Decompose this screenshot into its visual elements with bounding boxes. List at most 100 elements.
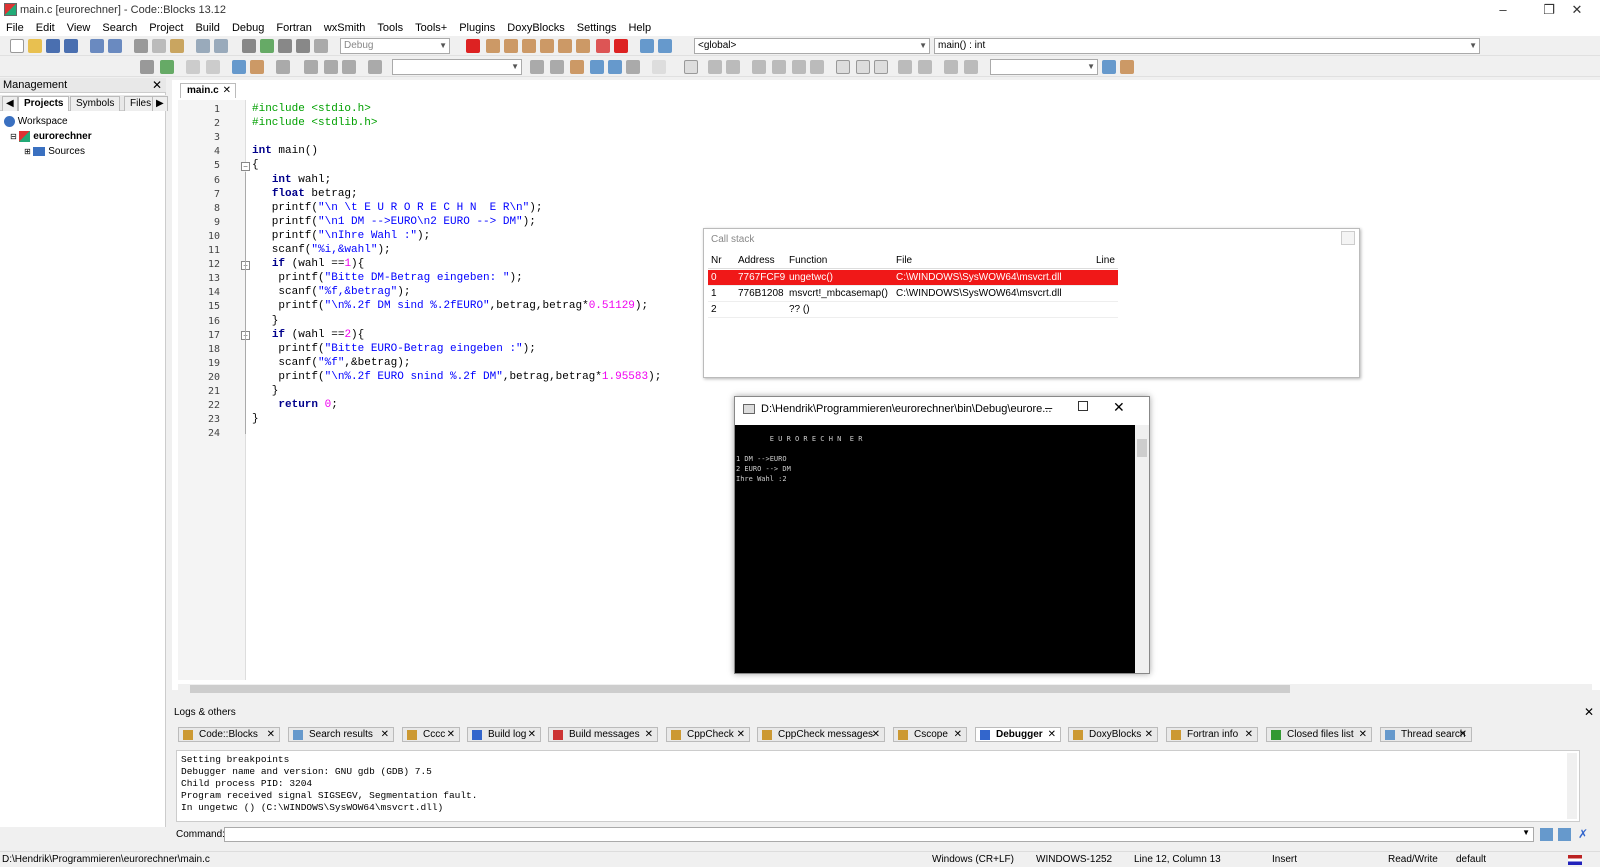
log-tab-thread-search[interactable]: Thread search ✕ — [1380, 727, 1472, 742]
code-line[interactable]: printf("Bitte EURO-Betrag eingeben :"); — [252, 343, 535, 355]
line-number[interactable]: 18 — [180, 344, 220, 355]
run-icon[interactable] — [260, 39, 274, 53]
code-line[interactable]: printf("\n%.2f EURO snind %.2f DM",betra… — [252, 371, 661, 383]
layout-b-icon[interactable] — [772, 60, 786, 74]
line-number[interactable]: 11 — [180, 245, 220, 256]
stop-debug-icon[interactable] — [614, 39, 628, 53]
log-tab-cccc[interactable]: Cccc ✕ — [402, 727, 460, 742]
file-tab-close-icon[interactable]: ✕ — [223, 84, 231, 98]
code-line[interactable]: if (wahl ==1){ — [252, 258, 364, 270]
step-into-icon[interactable] — [522, 39, 536, 53]
tab-symbols[interactable]: Symbols — [70, 96, 121, 111]
log-tab-closed-files-list[interactable]: Closed files list ✕ — [1266, 727, 1372, 742]
menu-file[interactable]: File — [0, 20, 30, 36]
paste-icon[interactable] — [170, 39, 184, 53]
code-line[interactable]: if (wahl ==2){ — [252, 329, 364, 341]
box-a-icon[interactable] — [836, 60, 850, 74]
expand-icon[interactable]: ⊞ — [24, 147, 31, 156]
pause-icon[interactable] — [596, 39, 610, 53]
log-tab-search-results[interactable]: Search results ✕ — [288, 727, 394, 742]
tab-scroll-right-icon[interactable]: ▶ — [152, 96, 168, 111]
redo-icon[interactable] — [108, 39, 122, 53]
tree-workspace[interactable]: Workspace — [4, 116, 68, 127]
rebuild-icon[interactable] — [296, 39, 310, 53]
debugger-log[interactable]: Setting breakpoints Debugger name and ve… — [176, 750, 1580, 822]
line-number[interactable]: 4 — [180, 146, 220, 157]
code-line[interactable]: #include <stdio.h> — [252, 103, 371, 115]
code-line[interactable]: scanf("%f",&betrag); — [252, 357, 410, 369]
line-number[interactable]: 2 — [180, 118, 220, 129]
next-line-icon[interactable] — [504, 39, 518, 53]
line-number[interactable]: 12 — [180, 259, 220, 270]
clear-icon[interactable] — [368, 60, 382, 74]
function-combo[interactable]: ▼ — [990, 59, 1098, 75]
box-b-icon[interactable] — [856, 60, 870, 74]
management-close-icon[interactable]: ✕ — [152, 78, 162, 93]
callstack-row[interactable]: 2 ?? () — [708, 302, 1118, 318]
log-tab-cppcheck[interactable]: CppCheck ✕ — [666, 727, 750, 742]
symbol-c-icon[interactable] — [964, 60, 978, 74]
layout-d-icon[interactable] — [810, 60, 824, 74]
build-run-icon[interactable] — [278, 39, 292, 53]
logs-close-icon[interactable]: ✕ — [1584, 705, 1594, 719]
log-tab-close-icon[interactable]: ✕ — [1145, 728, 1153, 742]
line-number[interactable]: 9 — [180, 217, 220, 228]
menu-plugins[interactable]: Plugins — [453, 20, 501, 36]
code-line[interactable]: printf("\n \t E U R O R E C H N E R\n"); — [252, 202, 543, 214]
tab-scroll-left-icon[interactable]: ◀ — [2, 96, 18, 111]
line-number[interactable]: 6 — [180, 175, 220, 186]
layout-a-icon[interactable] — [752, 60, 766, 74]
tree-sources[interactable]: ⊞ Sources — [24, 146, 85, 157]
line-number[interactable]: 7 — [180, 189, 220, 200]
menu-tools[interactable]: Tools — [371, 20, 409, 36]
code-line[interactable]: { — [252, 159, 259, 171]
symbol-s-icon[interactable] — [944, 60, 958, 74]
col-file[interactable]: File — [896, 255, 912, 266]
new-file-icon[interactable] — [10, 39, 24, 53]
console-screen[interactable]: E U R O R E C H N E R 1 DM -->EURO 2 EUR… — [735, 425, 1135, 673]
next-instruction-icon[interactable] — [558, 39, 572, 53]
col-line[interactable]: Line — [1096, 255, 1115, 266]
log-tab-close-icon[interactable]: ✕ — [872, 728, 880, 742]
line-number[interactable]: 13 — [180, 273, 220, 284]
close-button[interactable]: ✕ — [1554, 0, 1600, 20]
prev-icon[interactable] — [530, 60, 544, 74]
log-tab-close-icon[interactable]: ✕ — [381, 728, 389, 742]
code-line[interactable]: printf("\n%.2f DM sind %.2fEURO",betrag,… — [252, 300, 648, 312]
line-number[interactable]: 1 — [180, 104, 220, 115]
log-tab-close-icon[interactable]: ✕ — [1048, 728, 1056, 742]
search-icon[interactable] — [1102, 60, 1116, 74]
tools-icon[interactable] — [1120, 60, 1134, 74]
line-number[interactable]: 24 — [180, 428, 220, 439]
pointer-icon[interactable] — [652, 60, 666, 74]
col-address[interactable]: Address — [738, 255, 775, 266]
console-maximize-button[interactable] — [1078, 401, 1088, 411]
log-scrollbar[interactable] — [1567, 753, 1577, 819]
line-number[interactable]: 20 — [180, 372, 220, 383]
log-tab-debugger[interactable]: Debugger ✕ — [975, 727, 1061, 742]
log-tab-close-icon[interactable]: ✕ — [1245, 728, 1253, 742]
image-icon[interactable] — [708, 60, 722, 74]
options-icon[interactable] — [626, 60, 640, 74]
menu-edit[interactable]: Edit — [30, 20, 61, 36]
code-line[interactable]: float betrag; — [252, 188, 358, 200]
menu-tools-plus[interactable]: Tools+ — [409, 20, 453, 36]
comment-block-icon[interactable] — [186, 60, 200, 74]
text-icon[interactable] — [726, 60, 740, 74]
symbol-select[interactable]: main() : int ▼ — [934, 38, 1480, 54]
doxy-icon[interactable] — [140, 60, 154, 74]
line-number[interactable]: 14 — [180, 287, 220, 298]
select-icon[interactable] — [590, 60, 604, 74]
scrollbar-thumb[interactable] — [190, 685, 1290, 693]
debug-start-icon[interactable] — [466, 39, 480, 53]
callstack-row[interactable]: 1 776B1208 msvcrt!_mbcasemap() C:\WINDOW… — [708, 286, 1118, 302]
html-doc-icon[interactable] — [232, 60, 246, 74]
tab-projects[interactable]: Projects — [18, 96, 70, 111]
code-line[interactable]: #include <stdlib.h> — [252, 117, 377, 129]
scope-select[interactable]: <global> ▼ — [694, 38, 930, 54]
comment-line-icon[interactable] — [206, 60, 220, 74]
line-number[interactable]: 21 — [180, 386, 220, 397]
log-tab-code-blocks[interactable]: Code::Blocks ✕ — [178, 727, 280, 742]
file-tab-main-c[interactable]: main.c ✕ — [180, 83, 236, 98]
log-tab-close-icon[interactable]: ✕ — [267, 728, 275, 742]
